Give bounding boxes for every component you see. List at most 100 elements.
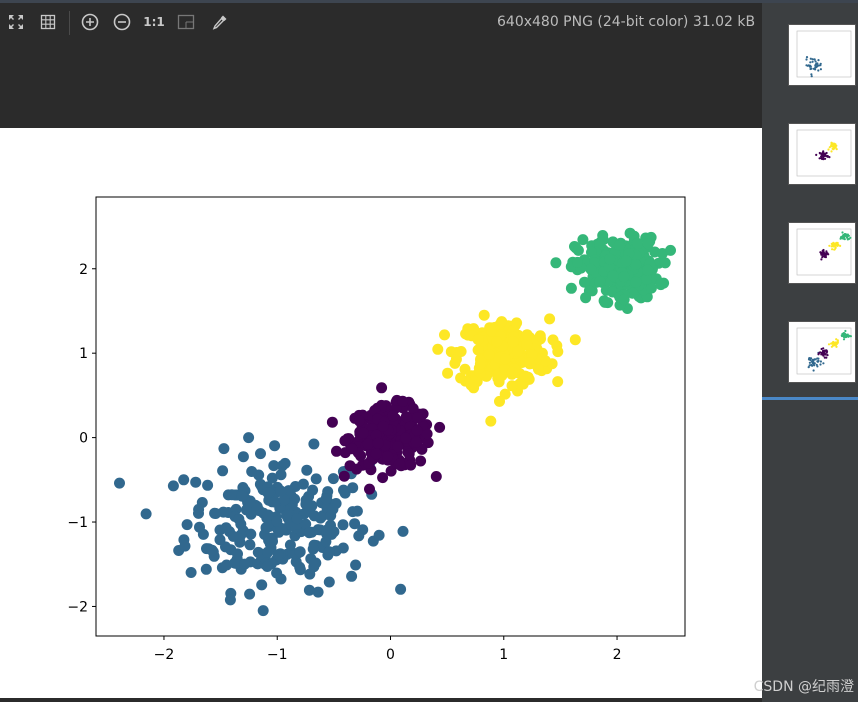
- thumbnail-point: [808, 65, 812, 68]
- thumbnail-point: [814, 66, 817, 69]
- thumbnail-point: [819, 152, 822, 155]
- thumbnail-point: [825, 356, 828, 359]
- image-info-text: 640x480 PNG (24-bit color) 31.02 kB: [497, 14, 756, 30]
- thumbnail-point: [806, 64, 809, 67]
- scatter-point: [585, 263, 597, 275]
- thumbnail-sidebar: [762, 3, 858, 702]
- scatter-point: [281, 509, 292, 521]
- scatter-point: [544, 313, 556, 325]
- thumbnail-point: [844, 329, 847, 333]
- thumbnail-point: [827, 343, 831, 346]
- thumbnail-point: [813, 58, 816, 61]
- scatter-point: [521, 338, 533, 350]
- color-picker-button[interactable]: [209, 11, 231, 33]
- scatter-point: [236, 490, 248, 502]
- scatter-point: [403, 448, 415, 460]
- thumbnail-point: [817, 359, 820, 362]
- thumbnail-point: [828, 244, 831, 247]
- scatter-point: [206, 544, 218, 556]
- scatter-point: [630, 276, 642, 288]
- thumbnail-point: [827, 253, 830, 256]
- thumbnail-point: [833, 245, 836, 248]
- thumbnail-point: [805, 58, 808, 61]
- scatter-point: [202, 479, 214, 491]
- thumbnail-point: [833, 144, 836, 147]
- thumbnail-3[interactable]: [788, 222, 856, 284]
- thumbnail-point: [817, 69, 820, 72]
- scatter-point: [337, 519, 349, 531]
- thumbnail-point: [822, 362, 825, 365]
- scatter-point: [377, 420, 389, 432]
- fit-to-window-button[interactable]: [5, 11, 27, 33]
- thumbnail-point: [811, 60, 814, 63]
- scatter-point: [494, 395, 505, 407]
- thumbnail-point: [835, 338, 838, 341]
- image-canvas[interactable]: −2 −1 0 1 2 2 1 0 −1 −2: [0, 128, 762, 698]
- scatter-point: [261, 561, 273, 572]
- x-tick-label: −2: [154, 647, 175, 663]
- scatter-point: [373, 529, 385, 541]
- thumbnail-point: [817, 357, 820, 360]
- scatter-point: [243, 432, 255, 444]
- thumbnail-point: [848, 334, 851, 337]
- scatter-point: [512, 345, 524, 357]
- scatter-point: [221, 559, 233, 571]
- thumbnail-point: [819, 68, 822, 71]
- scatter-point: [572, 256, 583, 268]
- thumbnail-point: [825, 155, 828, 158]
- scatter-point: [232, 548, 243, 560]
- scatter-point: [326, 416, 338, 428]
- scatter-point: [485, 415, 497, 427]
- scatter-point: [178, 474, 190, 486]
- scatter-point: [275, 573, 287, 585]
- scatter-point: [387, 410, 399, 422]
- thumbnail-2[interactable]: [788, 123, 856, 185]
- scatter-point: [347, 482, 359, 494]
- scatter-point: [353, 415, 365, 427]
- scatter-point: [245, 528, 257, 540]
- thumbnail-point: [821, 253, 824, 256]
- scatter-point: [362, 438, 374, 450]
- scatter-point: [244, 539, 256, 551]
- scatter-point: [275, 485, 287, 497]
- image-viewer-toolbar: 1:1 640x480 PNG (24-bit color) 31.02 kB: [0, 3, 762, 41]
- thumbnail-point: [839, 244, 842, 247]
- thumbnail-point: [819, 351, 822, 354]
- thumbnail-point: [832, 344, 835, 347]
- chessboard-button[interactable]: [175, 11, 197, 33]
- scatter-point: [550, 257, 562, 269]
- scatter-point: [415, 455, 427, 467]
- zoom-in-button[interactable]: [79, 11, 101, 33]
- scatter-point: [412, 412, 424, 423]
- thumbnail-frame: [796, 30, 852, 78]
- actual-size-button[interactable]: 1:1: [143, 11, 165, 33]
- scatter-point: [376, 382, 388, 394]
- thumbnail-point: [846, 235, 849, 238]
- scatter-point: [500, 353, 511, 365]
- thumbnail-point: [821, 350, 825, 353]
- scatter-point: [226, 489, 238, 501]
- scatter-point: [257, 605, 269, 617]
- thumbnail-point: [830, 242, 833, 245]
- scatter-point: [346, 443, 358, 455]
- scatter-point: [524, 357, 536, 369]
- zoom-out-button[interactable]: [111, 11, 133, 33]
- thumbnail-point: [814, 60, 817, 63]
- thumbnail-point: [822, 255, 825, 258]
- scatter-point: [190, 476, 202, 488]
- thumbnail-1[interactable]: [788, 24, 856, 86]
- scatter-point: [620, 255, 632, 267]
- scatter-point: [255, 448, 266, 460]
- scatter-point: [630, 259, 642, 270]
- scatter-point: [491, 336, 503, 348]
- scatter-point: [323, 546, 335, 558]
- thumbnail-point: [833, 242, 836, 245]
- thumbnail-4[interactable]: [788, 321, 856, 383]
- x-tick-label: 0: [386, 647, 395, 663]
- y-tick-label: −2: [67, 599, 88, 615]
- scatter-point: [432, 343, 444, 355]
- scatter-point: [140, 508, 152, 520]
- scatter-point: [506, 380, 518, 392]
- grid-button[interactable]: [37, 11, 59, 33]
- scatter-chart: −2 −1 0 1 2 2 1 0 −1 −2: [67, 196, 686, 663]
